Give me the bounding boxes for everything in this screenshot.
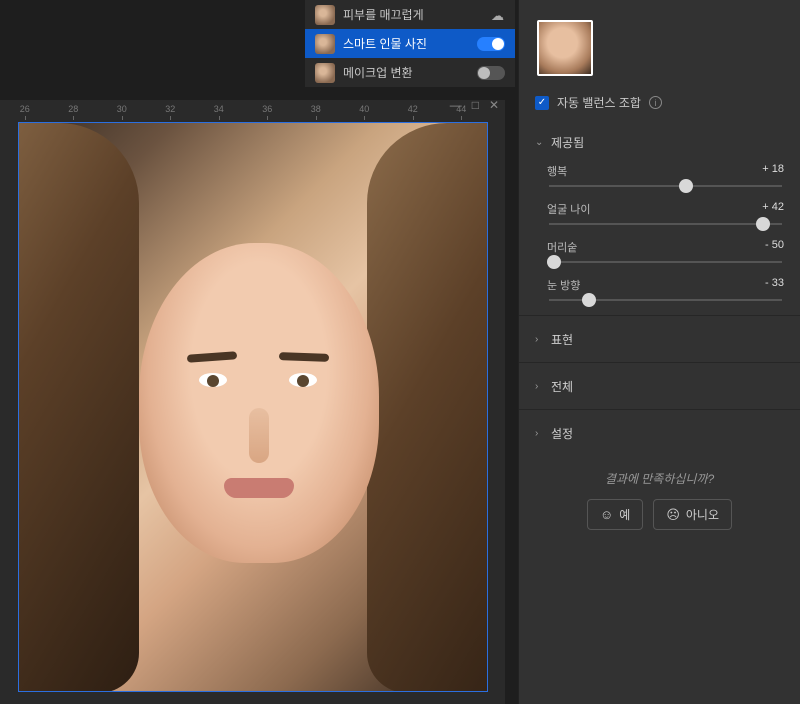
slider-label: 눈 방향 (547, 277, 580, 293)
slider-track[interactable] (549, 223, 782, 225)
image-canvas[interactable] (18, 122, 488, 692)
slider-track[interactable] (549, 261, 782, 263)
slider-value: - 33 (765, 277, 784, 293)
slider-value: + 42 (762, 201, 784, 217)
auto-balance-row[interactable]: ✓ 자동 밸런스 조합 i (535, 94, 784, 111)
filter-row-skin[interactable]: 피부를 매끄럽게 (305, 0, 515, 29)
filter-row-smart-portrait[interactable]: 스마트 인물 사진 (305, 29, 515, 58)
ruler-tick: 44 (456, 104, 466, 114)
chevron-right-icon: › (535, 381, 545, 392)
filter-thumb-icon (315, 34, 335, 54)
feedback-no-button[interactable]: ☹ 아니오 (653, 499, 732, 530)
filter-toggle[interactable] (477, 66, 505, 80)
slider-eye-direction: 눈 방향 - 33 (547, 277, 784, 301)
portrait-illustration (367, 123, 488, 692)
ruler-tick: 28 (68, 104, 78, 114)
ruler-tick: 38 (311, 104, 321, 114)
slider-value: - 50 (765, 239, 784, 255)
slider-label: 얼굴 나이 (547, 201, 591, 217)
slider-thumb[interactable] (547, 255, 561, 269)
chevron-down-icon: ⌄ (535, 137, 545, 148)
horizontal-ruler: 26 28 30 32 34 36 38 40 42 44 (10, 104, 495, 116)
filter-label: 메이크업 변환 (343, 64, 469, 81)
ruler-tick: 32 (165, 104, 175, 114)
slider-thumb[interactable] (679, 179, 693, 193)
section-label: 전체 (551, 378, 573, 395)
filter-list: 피부를 매끄럽게 스마트 인물 사진 메이크업 변환 (305, 0, 515, 87)
filter-thumb-icon (315, 63, 335, 83)
canvas-window: — □ ✕ 26 28 30 32 34 36 38 40 42 44 (0, 100, 505, 704)
section-global[interactable]: › 전체 (535, 371, 784, 401)
auto-balance-label: 자동 밸런스 조합 (557, 94, 641, 111)
slider-label: 머리숱 (547, 239, 577, 255)
section-label: 표현 (551, 331, 573, 348)
section-provided[interactable]: ⌄ 제공됨 (535, 127, 784, 157)
feedback-block: 결과에 만족하십니까? ☺ 예 ☹ 아니오 (535, 470, 784, 530)
face-selection-thumb[interactable] (537, 20, 593, 76)
slider-thumb[interactable] (756, 217, 770, 231)
filter-label: 스마트 인물 사진 (343, 35, 469, 52)
slider-thumb[interactable] (582, 293, 596, 307)
section-label: 제공됨 (551, 134, 584, 151)
settings-panel: ✓ 자동 밸런스 조합 i ⌄ 제공됨 행복 + 18 얼굴 나이 + 42 머… (518, 0, 800, 704)
ruler-tick: 30 (117, 104, 127, 114)
section-label: 설정 (551, 425, 573, 442)
filter-thumb-icon (315, 5, 335, 25)
slider-age: 얼굴 나이 + 42 (547, 201, 784, 225)
portrait-illustration (18, 123, 139, 692)
chevron-right-icon: › (535, 334, 545, 345)
feedback-yes-label: 예 (619, 506, 630, 523)
slider-happiness: 행복 + 18 (547, 163, 784, 187)
ruler-tick: 34 (214, 104, 224, 114)
filter-row-makeup[interactable]: 메이크업 변환 (305, 58, 515, 87)
divider (519, 315, 800, 316)
filter-label: 피부를 매끄럽게 (343, 6, 483, 23)
feedback-question: 결과에 만족하십니까? (535, 470, 784, 487)
ruler-tick: 40 (359, 104, 369, 114)
filter-toggle[interactable] (477, 37, 505, 51)
slider-track[interactable] (549, 299, 782, 301)
cloud-download-icon[interactable] (491, 8, 505, 22)
slider-track[interactable] (549, 185, 782, 187)
ruler-tick: 26 (20, 104, 30, 114)
section-settings[interactable]: › 설정 (535, 418, 784, 448)
smile-icon: ☺ (600, 507, 613, 522)
frown-icon: ☹ (666, 507, 680, 523)
portrait-face (139, 243, 379, 563)
ruler-tick: 42 (408, 104, 418, 114)
ruler-tick: 36 (262, 104, 272, 114)
feedback-yes-button[interactable]: ☺ 예 (587, 499, 643, 530)
chevron-right-icon: › (535, 428, 545, 439)
feedback-no-label: 아니오 (686, 506, 719, 523)
divider (519, 409, 800, 410)
divider (519, 362, 800, 363)
section-expression[interactable]: › 표현 (535, 324, 784, 354)
slider-hair: 머리숱 - 50 (547, 239, 784, 263)
info-icon[interactable]: i (649, 96, 662, 109)
slider-value: + 18 (762, 163, 784, 179)
slider-label: 행복 (547, 163, 567, 179)
checkbox-checked-icon[interactable]: ✓ (535, 96, 549, 110)
